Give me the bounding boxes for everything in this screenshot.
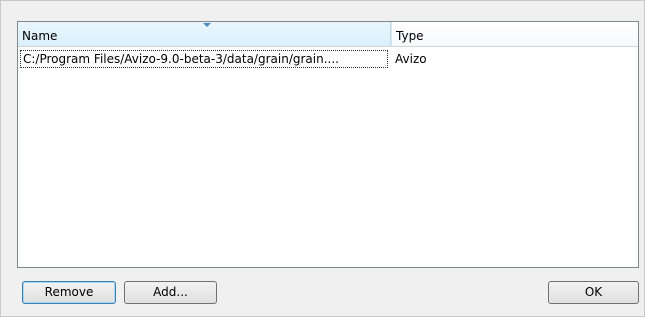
column-header-name-label: Name: [22, 29, 58, 43]
list-header: Name Type: [18, 22, 638, 47]
row-type-cell[interactable]: Avizo: [395, 50, 595, 68]
remove-button[interactable]: Remove: [22, 281, 116, 304]
table-row[interactable]: C:/Program Files/Avizo-9.0-beta-3/data/g…: [18, 50, 638, 68]
file-list[interactable]: Name Type C:/Program Files/Avizo-9.0-bet…: [17, 21, 639, 268]
add-button[interactable]: Add...: [124, 281, 217, 304]
column-header-type-label: Type: [396, 29, 424, 43]
column-header-name[interactable]: Name: [18, 22, 391, 46]
dialog-window: Name Type C:/Program Files/Avizo-9.0-bet…: [0, 0, 645, 317]
row-name-cell[interactable]: C:/Program Files/Avizo-9.0-beta-3/data/g…: [20, 50, 388, 68]
column-header-type[interactable]: Type: [391, 22, 638, 46]
ok-button[interactable]: OK: [548, 281, 639, 304]
sort-arrow-icon: [203, 23, 211, 27]
